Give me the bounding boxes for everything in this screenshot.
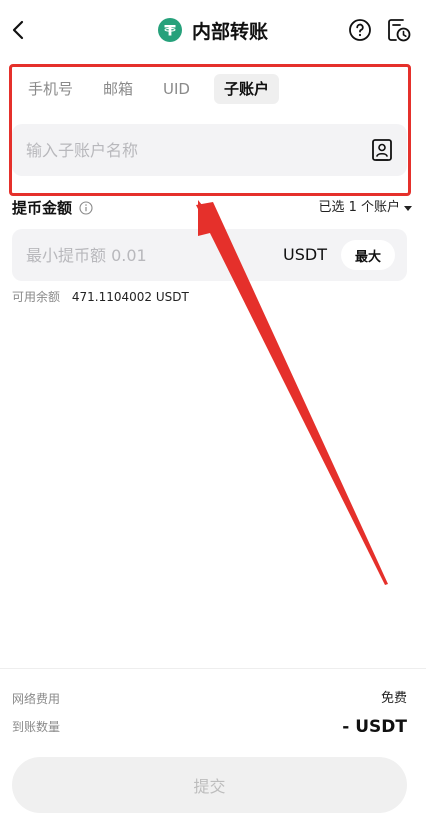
selected-accounts-text: 已选 1 个账户 <box>318 200 400 215</box>
amount-heading: 提币金额 已选 1 个账户 <box>12 196 412 220</box>
caret-down-icon <box>404 205 412 211</box>
account-selector[interactable]: 已选 1 个账户 <box>318 196 412 220</box>
address-book-icon[interactable] <box>371 138 393 162</box>
max-button[interactable]: 最大 <box>341 240 395 270</box>
submit-button[interactable]: 提交 <box>12 757 407 813</box>
tether-icon <box>157 18 182 42</box>
tab-subaccount[interactable]: 子账户 <box>213 74 279 104</box>
subaccount-field <box>12 124 407 176</box>
page-title: 内部转账 <box>191 20 268 43</box>
receive-row: 到账数量 - USDT <box>12 717 407 737</box>
receive-value: - USDT <box>342 717 407 737</box>
subaccount-input[interactable] <box>26 124 356 176</box>
balance-label: 可用余额 <box>12 290 61 304</box>
recipient-type-tabs: 手机号 邮箱 UID 子账户 <box>18 74 279 104</box>
history-icon[interactable] <box>386 16 412 44</box>
header: 内部转账 <box>0 0 426 60</box>
amount-input[interactable] <box>26 229 276 281</box>
available-balance: 可用余额 471.1104002 USDT <box>12 288 189 306</box>
fee-label: 网络费用 <box>12 692 61 706</box>
balance-value: 471.1104002 USDT <box>71 290 189 304</box>
amount-label: 提币金额 <box>12 199 73 217</box>
tab-uid[interactable]: UID <box>153 74 200 104</box>
tab-phone[interactable]: 手机号 <box>18 74 83 104</box>
amount-unit: USDT <box>283 245 327 264</box>
receive-label: 到账数量 <box>12 720 61 734</box>
help-icon[interactable] <box>348 18 372 42</box>
footer: 网络费用 免费 到账数量 - USDT 提交 <box>0 668 426 818</box>
fee-row: 网络费用 免费 <box>12 689 407 709</box>
tab-email[interactable]: 邮箱 <box>93 74 143 104</box>
amount-field: USDT 最大 <box>12 229 407 281</box>
fee-value: 免费 <box>380 691 407 706</box>
info-icon[interactable] <box>79 201 93 215</box>
